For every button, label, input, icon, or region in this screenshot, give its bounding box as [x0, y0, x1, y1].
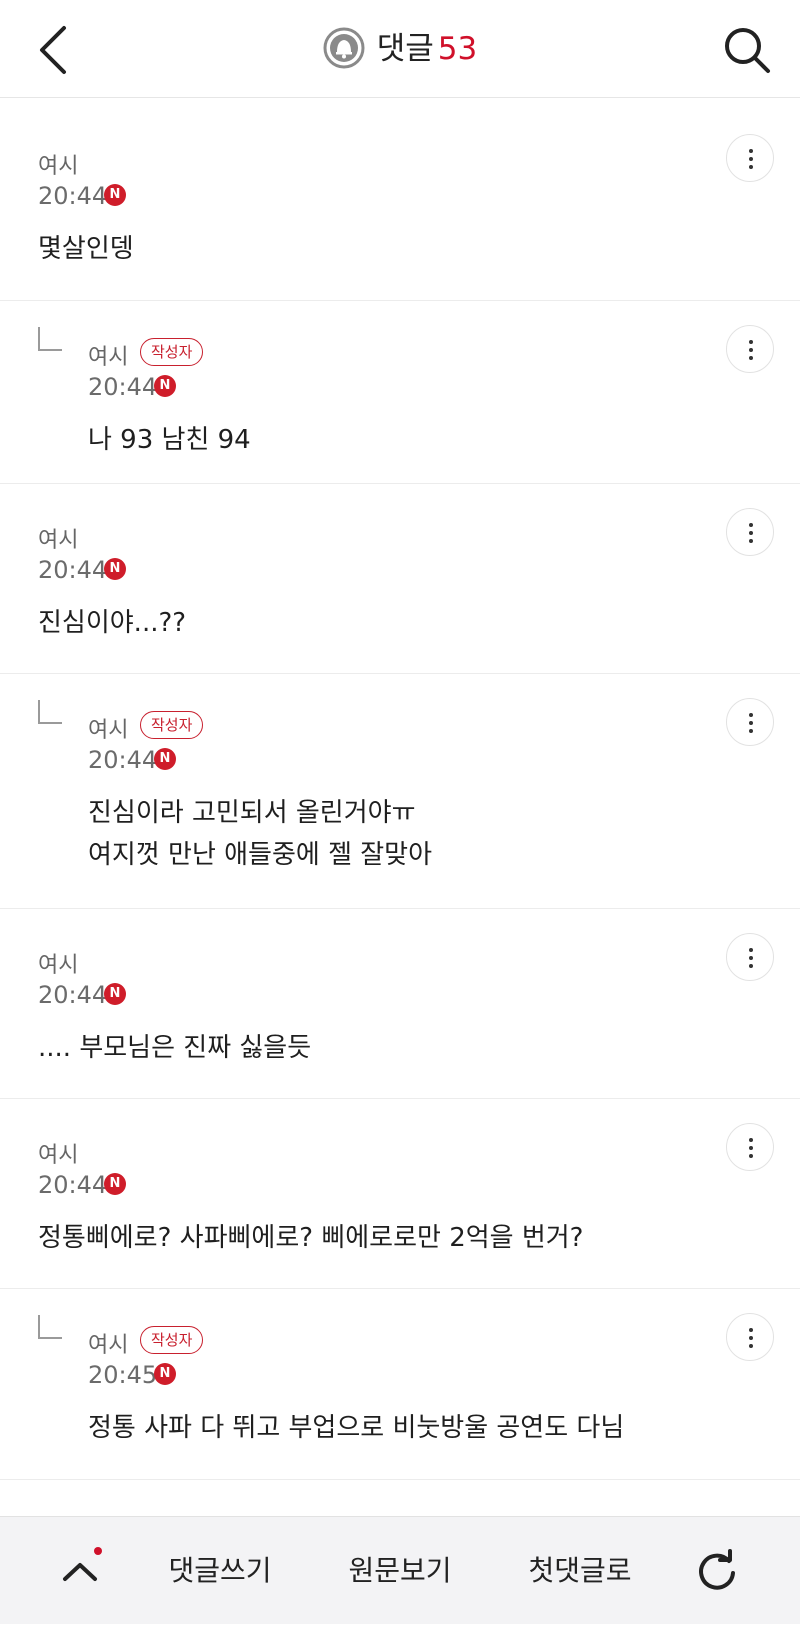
bottom-toolbar: 댓글쓰기 원문보기 첫댓글로: [0, 1516, 800, 1624]
bell-icon[interactable]: [323, 27, 365, 69]
comment-author: 여시: [38, 154, 79, 179]
top-bar: 댓글 53: [0, 0, 800, 98]
comment-time: 20:44: [38, 981, 108, 1009]
comment-time: 20:44: [38, 1171, 108, 1199]
page-title: 댓글 53: [0, 26, 800, 72]
comment-author: 여시: [38, 953, 79, 978]
more-options-button[interactable]: [726, 325, 774, 373]
new-badge: N: [104, 184, 126, 206]
first-comment-button[interactable]: 첫댓글로: [510, 1517, 650, 1625]
refresh-button[interactable]: [694, 1549, 740, 1595]
more-options-button[interactable]: [726, 134, 774, 182]
comment-body: 정통 사파 다 뛰고 부업으로 비눗방울 공연도 다님: [88, 1413, 625, 1443]
view-original-button[interactable]: 원문보기: [330, 1517, 470, 1625]
more-options-button[interactable]: [726, 933, 774, 981]
reply-indent-icon: [38, 1315, 62, 1339]
reply-item: 여시 작성자 20:45 N 정통 사파 다 뛰고 부업으로 비눗방울 공연도 …: [0, 1289, 800, 1480]
comment-author: 여시: [88, 1333, 129, 1358]
comment-item: 여시 20:44 N 진심이야...??: [0, 484, 800, 674]
title-label: 댓글: [376, 31, 434, 67]
comment-author: 여시: [88, 345, 129, 370]
more-options-button[interactable]: [726, 1313, 774, 1361]
reply-item: 여시 작성자 20:44 N 나 93 남친 94: [0, 301, 800, 484]
more-options-button[interactable]: [726, 698, 774, 746]
comment-list: 여시 20:44 N 몇살인뎅 여시 작성자 20:44 N 나 93 남친 9…: [0, 110, 800, 1480]
comment-body: 나 93 남친 94: [88, 425, 251, 455]
reply-indent-icon: [38, 327, 62, 351]
comment-item: 여시 20:44 N 몇살인뎅: [0, 110, 800, 301]
author-badge: 작성자: [140, 338, 204, 366]
new-badge: N: [104, 1173, 126, 1195]
new-badge: N: [104, 558, 126, 580]
comment-author: 여시: [38, 528, 79, 553]
comment-author: 여시: [88, 718, 129, 743]
comment-author: 여시: [38, 1143, 79, 1168]
new-badge: N: [154, 375, 176, 397]
refresh-icon: [699, 1549, 735, 1590]
comment-item: 여시 20:44 N .... 부모님은 진짜 싫을듯: [0, 909, 800, 1099]
comment-time: 20:44: [38, 556, 108, 584]
comment-body-line2: 여지껏 만난 애들중에 젤 잘맞아: [88, 840, 433, 870]
comment-body: 진심이야...??: [38, 608, 187, 638]
scroll-top-button[interactable]: [58, 1547, 104, 1593]
comment-time: 20:44: [38, 182, 108, 210]
comment-count: 53: [437, 31, 478, 67]
comment-body: .... 부모님은 진짜 싫을듯: [38, 1033, 312, 1063]
notification-dot: [94, 1547, 102, 1555]
new-badge: N: [154, 748, 176, 770]
author-badge: 작성자: [140, 711, 204, 739]
comment-body-line1: 진심이라 고민되서 올린거야ㅠ: [88, 798, 416, 828]
write-comment-button[interactable]: 댓글쓰기: [150, 1517, 290, 1625]
new-badge: N: [104, 983, 126, 1005]
comment-time: 20:44: [88, 746, 158, 774]
comment-item: 여시 20:44 N 정통삐에로? 사파삐에로? 삐에로로만 2억을 번거?: [0, 1099, 800, 1289]
author-badge: 작성자: [140, 1326, 204, 1354]
search-icon: [725, 28, 770, 73]
more-options-button[interactable]: [726, 1123, 774, 1171]
new-badge: N: [154, 1363, 176, 1385]
reply-item: 여시 작성자 20:44 N 진심이라 고민되서 올린거야ㅠ 여지껏 만난 애들…: [0, 674, 800, 909]
search-button[interactable]: [720, 22, 774, 78]
more-options-button[interactable]: [726, 508, 774, 556]
reply-indent-icon: [38, 700, 62, 724]
comment-time: 20:44: [88, 373, 158, 401]
comment-time: 20:45: [88, 1361, 158, 1389]
comment-body: 몇살인뎅: [38, 234, 134, 264]
comment-body: 정통삐에로? 사파삐에로? 삐에로로만 2억을 번거?: [38, 1223, 584, 1253]
